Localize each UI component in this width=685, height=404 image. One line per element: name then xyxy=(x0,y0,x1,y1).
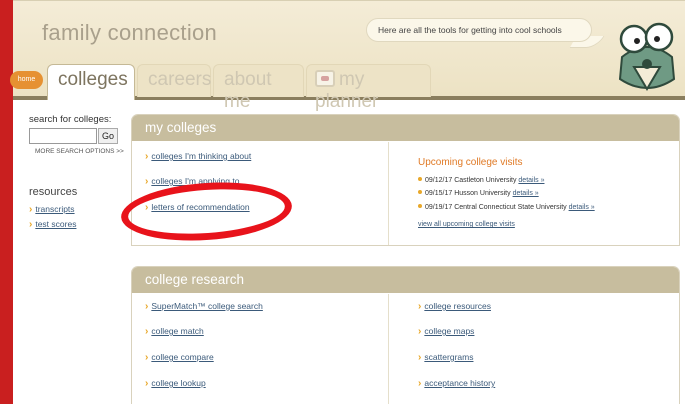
visit-details-link[interactable]: details » xyxy=(569,204,595,211)
upcoming-visits-heading: Upcoming college visits xyxy=(418,157,523,168)
resources-heading: resources xyxy=(29,186,78,198)
resource-item: › test scores xyxy=(29,219,76,230)
college-research-panel: college research › SuperMatch™ college se… xyxy=(131,266,680,404)
chevron-right-icon: › xyxy=(145,352,149,363)
acceptance-history-link[interactable]: acceptance history xyxy=(424,378,495,388)
list-item: › college match xyxy=(145,326,204,337)
list-item: › colleges I'm thinking about xyxy=(145,151,251,162)
chevron-right-icon: › xyxy=(145,326,149,337)
mascot-icon xyxy=(618,22,676,91)
tab-careers[interactable]: careers xyxy=(137,64,211,97)
college-lookup-link[interactable]: college lookup xyxy=(151,378,205,388)
home-button[interactable]: home xyxy=(10,71,43,89)
visit-row: 09/19/17 Central Connecticut State Unive… xyxy=(418,204,595,211)
panel-divider xyxy=(388,294,389,404)
visit-row: 09/15/17 Husson University details » xyxy=(418,190,539,197)
visit-date: 09/15/17 xyxy=(425,190,453,197)
bullet-icon xyxy=(418,204,422,208)
view-all-visits-row: view all upcoming college visits xyxy=(418,221,515,228)
my-colleges-heading: my colleges xyxy=(132,115,679,141)
college-maps-link[interactable]: college maps xyxy=(424,326,474,336)
visit-school: Central Connecticut State University xyxy=(454,204,567,211)
list-item: › college lookup xyxy=(145,378,206,389)
bullet-icon xyxy=(418,177,422,181)
college-compare-link[interactable]: college compare xyxy=(151,352,213,362)
calendar-icon xyxy=(315,70,335,87)
transcripts-link[interactable]: transcripts xyxy=(35,204,74,214)
college-match-link[interactable]: college match xyxy=(151,326,203,336)
college-research-heading: college research xyxy=(132,267,679,293)
more-search-options-link[interactable]: MORE SEARCH OPTIONS >> xyxy=(35,148,124,155)
list-item: › college compare xyxy=(145,352,214,363)
left-red-bar xyxy=(0,0,13,404)
visit-details-link[interactable]: details » xyxy=(513,190,539,197)
list-item: › SuperMatch™ college search xyxy=(145,301,263,312)
view-all-visits-link[interactable]: view all upcoming college visits xyxy=(418,221,515,228)
tab-about-me[interactable]: about me xyxy=(213,64,304,112)
visit-date: 09/12/17 xyxy=(425,177,453,184)
visit-school: Husson University xyxy=(454,190,511,197)
chevron-right-icon: › xyxy=(29,204,33,215)
chevron-right-icon: › xyxy=(145,176,149,187)
visit-date: 09/19/17 xyxy=(425,204,453,211)
test-scores-link[interactable]: test scores xyxy=(35,219,76,229)
resource-item: › transcripts xyxy=(29,204,75,215)
brand-title: family connection xyxy=(42,20,218,45)
panel-divider xyxy=(388,142,389,245)
bullet-icon xyxy=(418,190,422,194)
supermatch-link[interactable]: SuperMatch™ college search xyxy=(151,301,263,311)
chevron-right-icon: › xyxy=(418,378,422,389)
chevron-right-icon: › xyxy=(418,301,422,312)
tagline-bubble: Here are all the tools for getting into … xyxy=(366,18,592,42)
tab-colleges[interactable]: colleges xyxy=(47,64,135,100)
list-item: › scattergrams xyxy=(418,352,473,363)
colleges-thinking-about-link[interactable]: colleges I'm thinking about xyxy=(151,151,251,161)
list-item: › college resources xyxy=(418,301,491,312)
chevron-right-icon: › xyxy=(145,378,149,389)
chevron-right-icon: › xyxy=(418,352,422,363)
chevron-right-icon: › xyxy=(29,219,33,230)
go-button[interactable]: Go xyxy=(98,128,118,144)
visit-row: 09/12/17 Castleton University details » xyxy=(418,177,544,184)
list-item: › acceptance history xyxy=(418,378,495,389)
list-item: › college maps xyxy=(418,326,474,337)
college-resources-link[interactable]: college resources xyxy=(424,301,491,311)
search-label: search for colleges: xyxy=(29,114,112,125)
tab-my-planner[interactable]: my planner xyxy=(306,64,431,112)
scattergrams-link[interactable]: scattergrams xyxy=(424,352,473,362)
visit-details-link[interactable]: details » xyxy=(518,177,544,184)
chevron-right-icon: › xyxy=(145,151,149,162)
visit-school: Castleton University xyxy=(454,177,517,184)
chevron-right-icon: › xyxy=(145,301,149,312)
chevron-right-icon: › xyxy=(418,326,422,337)
college-search-input[interactable] xyxy=(29,128,97,144)
